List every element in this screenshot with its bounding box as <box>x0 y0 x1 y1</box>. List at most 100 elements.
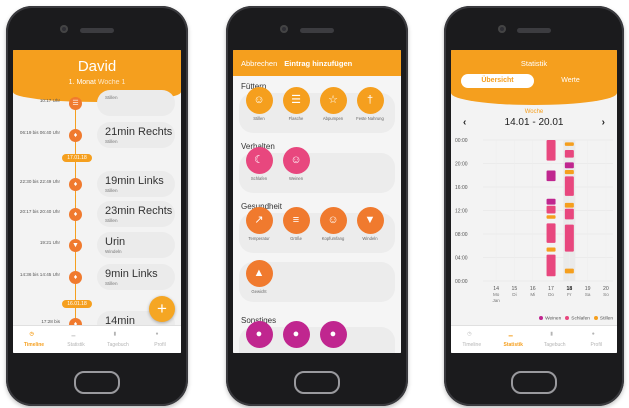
category-windeln[interactable]: ▼ Windeln <box>354 207 386 241</box>
timeline-entry[interactable]: 20:17 bis 20:40 Uhr ♦ 23min Rechts Stillen <box>13 201 181 227</box>
speaker <box>80 28 114 33</box>
category-weinen[interactable]: ☺ Weinen <box>280 147 312 181</box>
category-schlafen[interactable]: ☾ Schlafen <box>243 147 275 181</box>
bottom-tab-bar: ◷ Timeline ▁ Statistik ▮ Tagebuch ● Profil <box>451 325 617 353</box>
home-button[interactable] <box>511 371 557 394</box>
category-item[interactable]: ● <box>280 321 312 350</box>
speaker <box>517 28 551 33</box>
entry-card[interactable]: Stillen <box>97 90 175 116</box>
tab-label: Tagebuch <box>543 342 566 348</box>
add-entry-header: Abbrechen Eintrag hinzufügen <box>233 50 401 76</box>
tab-statistik[interactable]: ▁ Statistik <box>493 326 535 353</box>
category-row: ● ● ● <box>239 321 395 353</box>
bottle-icon: ☰ <box>69 97 82 110</box>
tab-label: Statistik <box>503 342 523 348</box>
baby-name: David <box>77 58 117 75</box>
category-item[interactable]: ● <box>317 321 349 350</box>
tab-tagebuch[interactable]: ▮ Tagebuch <box>534 326 576 353</box>
cancel-button[interactable]: Abbrechen <box>241 59 277 68</box>
clock-icon: ◷ <box>467 331 472 337</box>
chart-segment-weinen <box>546 170 556 182</box>
category-label: Flasche <box>288 116 304 121</box>
tab-label: Profil <box>154 342 166 348</box>
profile-icon: ● <box>155 331 159 337</box>
section-gesundheit: Gesundheit↗Temperatur≡Größe☺Kopfumfang▼W… <box>233 202 401 258</box>
tab-tagebuch[interactable]: ▮ Tagebuch <box>97 326 139 353</box>
home-button[interactable] <box>74 371 120 394</box>
entry-title: 23min Rechts <box>105 205 173 217</box>
activity-chart: 00:0020:0016:0012:0008:0004:0000:0014MoJ… <box>455 138 613 303</box>
entry-category: Stillen <box>105 218 118 223</box>
moon-icon: ☾ <box>245 147 273 174</box>
category-label: Gewicht <box>251 289 267 294</box>
legend-label: Schlafen <box>571 316 590 322</box>
tab-timeline[interactable]: ◷ Timeline <box>13 326 55 353</box>
legend-label: Stillen <box>599 316 613 322</box>
category-stillen[interactable]: ☺ Stillen <box>243 87 275 121</box>
category-label: Feste Nahrung <box>356 116 384 121</box>
x-tick-weekday: Sa <box>585 292 591 297</box>
category-feste nahrung[interactable]: † Feste Nahrung <box>354 87 386 121</box>
profile-icon: ● <box>591 331 595 337</box>
category-item[interactable]: ● <box>243 321 275 350</box>
chart-segment-schlafen <box>546 140 556 161</box>
legend-label: Weinen <box>545 316 562 322</box>
entry-time: 14:36 bis 14:45 Uhr <box>19 272 60 277</box>
category-gewicht[interactable]: ▲ Gewicht <box>243 260 275 294</box>
x-tick-month: Jan <box>492 298 500 303</box>
misc-icon: ● <box>245 321 273 348</box>
entry-card[interactable]: 9min Links Stillen <box>97 264 175 290</box>
category-abpumpen[interactable]: ☆ Abpumpen <box>317 87 349 121</box>
section-extra: ▲ Gewicht <box>233 260 401 318</box>
speaker <box>300 28 334 33</box>
y-tick-label: 12:00 <box>455 209 468 215</box>
entry-time: 06:19 bis 06:40 Uhr <box>19 130 60 135</box>
diaper-icon: ▼ <box>356 207 384 234</box>
chevron-left-icon[interactable]: ‹ <box>463 117 466 128</box>
chart-segment-stillen <box>546 247 556 252</box>
misc-icon: ● <box>319 321 347 348</box>
entry-time: 22:30 bis 22:49 Uhr <box>19 179 60 184</box>
camera <box>60 25 68 33</box>
home-button[interactable] <box>294 371 340 394</box>
x-tick-weekday: Fr <box>567 292 572 297</box>
entry-card[interactable]: Urin Windeln <box>97 232 175 258</box>
month-number: 1. <box>68 79 75 86</box>
timeline-entry[interactable]: 14:36 bis 14:45 Uhr ♦ 9min Links Stillen <box>13 264 181 290</box>
tab-overview[interactable]: Übersicht <box>461 74 534 88</box>
timeline-entry[interactable]: 10:17 Uhr ☰ Stillen <box>13 90 181 116</box>
add-entry-screen: Abbrechen Eintrag hinzufügen Füttern ☺ Sti… <box>233 50 401 353</box>
category-flasche[interactable]: ☰ Flasche <box>280 87 312 121</box>
category-temperatur[interactable]: ↗ Temperatur <box>243 207 275 241</box>
chart-segment-schlafen <box>546 254 556 277</box>
entry-category: Stillen <box>105 95 118 100</box>
tab-label: Tagebuch <box>107 342 129 348</box>
tab-timeline[interactable]: ◷ Timeline <box>451 326 493 353</box>
entry-card[interactable]: 21min Rechts Stillen <box>97 122 175 148</box>
tab-profil[interactable]: ● Profil <box>576 326 618 353</box>
clock-icon: ◷ <box>29 331 34 337</box>
cutlery-icon: † <box>356 87 384 114</box>
chart-segment-stillen <box>564 169 574 175</box>
crying-face-icon: ☺ <box>282 147 310 174</box>
chevron-right-icon[interactable]: › <box>602 117 605 128</box>
entry-card[interactable]: 23min Rechts Stillen <box>97 201 175 227</box>
x-tick-weekday: Mi <box>530 292 535 297</box>
tab-statistik[interactable]: ▁ Statistik <box>55 326 97 353</box>
category-größe[interactable]: ≡ Größe <box>280 207 312 241</box>
tab-profil[interactable]: ● Profil <box>139 326 181 353</box>
y-tick-label: 00:00 <box>455 279 468 285</box>
date-separator: 17.01.18 <box>62 154 92 162</box>
bottle-icon: ☰ <box>282 87 310 114</box>
timeline-list[interactable]: 10:17 Uhr ☰ Stillen 06:19 bis 06:40 Uhr ♦ 21m… <box>13 90 181 337</box>
timeline-entry[interactable]: 22:30 bis 22:49 Uhr ♦ 19min Links Stillen <box>13 171 181 197</box>
add-entry-button[interactable]: + <box>149 296 175 322</box>
entry-category: Stillen <box>105 188 118 193</box>
entry-card[interactable]: 19min Links Stillen <box>97 171 175 197</box>
tab-values[interactable]: Werte <box>534 74 607 88</box>
timeline-entry[interactable]: 06:19 bis 06:40 Uhr ♦ 21min Rechts Stillen <box>13 122 181 148</box>
timeline-entry[interactable]: 19:21 Uhr ▼ Urin Windeln <box>13 232 181 258</box>
legend-swatch <box>539 316 544 320</box>
tab-label: Timeline <box>462 342 482 348</box>
category-kopfumfang[interactable]: ☺ Kopfumfang <box>317 207 349 241</box>
